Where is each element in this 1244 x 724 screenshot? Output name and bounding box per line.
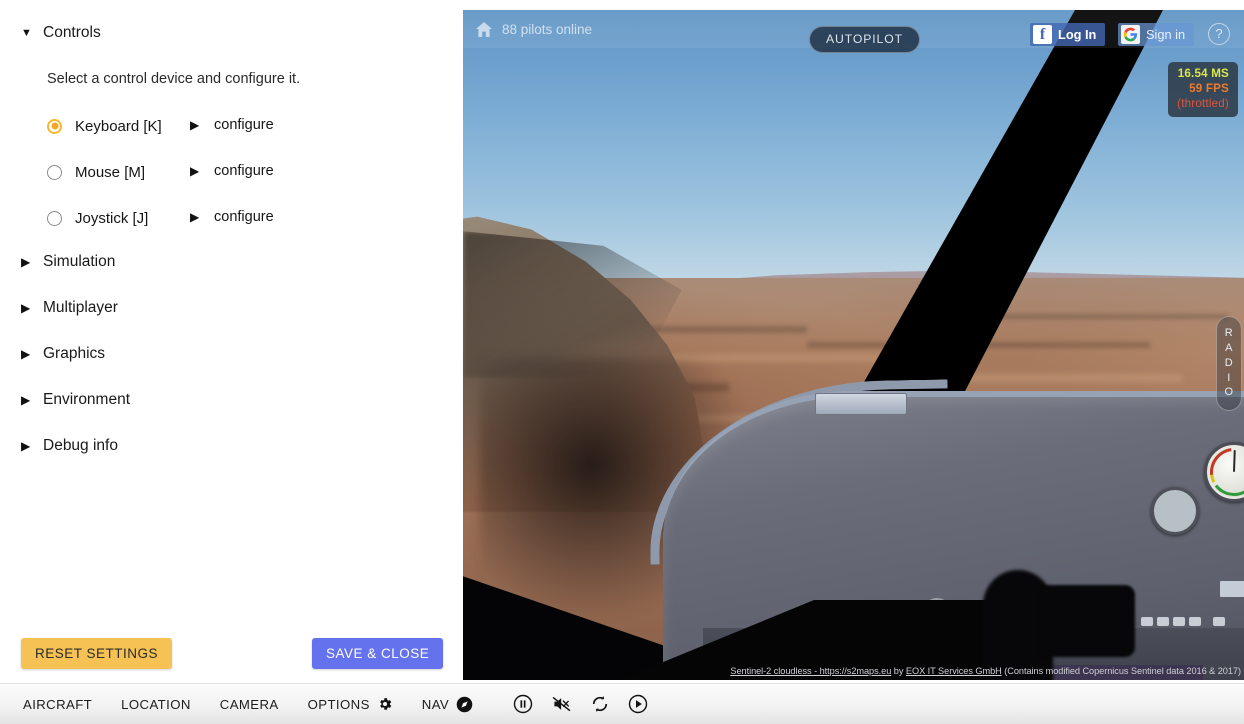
bottom-toolbar: AIRCRAFT LOCATION CAMERA OPTIONS NAV xyxy=(0,683,1244,724)
configure-keyboard-button[interactable]: ▶ configure xyxy=(190,117,274,133)
chevron-right-icon: ▶ xyxy=(21,393,31,407)
autopilot-button[interactable]: AUTOPILOT xyxy=(809,26,920,53)
chevron-right-icon: ▶ xyxy=(190,210,200,224)
section-label-graphics: Graphics xyxy=(43,345,106,362)
speaker-muted-icon[interactable] xyxy=(551,694,572,714)
help-icon[interactable]: ? xyxy=(1208,23,1230,45)
refresh-icon[interactable] xyxy=(590,694,610,714)
google-signin-label: Sign in xyxy=(1146,27,1186,42)
section-header-simulation[interactable]: ▶ Simulation xyxy=(21,253,115,271)
radio-letter: O xyxy=(1224,386,1234,399)
radio-mouse[interactable] xyxy=(47,164,62,180)
toolbar-item-camera[interactable]: CAMERA xyxy=(220,697,279,712)
toolbar-item-nav[interactable]: NAV xyxy=(422,696,473,713)
radio-letter: A xyxy=(1225,341,1233,354)
configure-mouse-label: configure xyxy=(214,163,274,179)
section-label-simulation: Simulation xyxy=(43,253,116,270)
chevron-down-icon: ▼ xyxy=(21,26,32,39)
chevron-right-icon: ▶ xyxy=(21,301,31,315)
section-label-multiplayer: Multiplayer xyxy=(43,299,118,316)
chevron-right-icon: ▶ xyxy=(21,439,31,453)
configure-joystick-label: configure xyxy=(214,209,274,225)
toolbar-item-options[interactable]: OPTIONS xyxy=(308,696,393,712)
frame-time-value: 16.54 MS xyxy=(1177,67,1229,80)
facebook-login-label: Log In xyxy=(1058,27,1097,42)
section-header-controls[interactable]: ▼ Controls xyxy=(21,24,101,42)
section-label-controls: Controls xyxy=(43,24,101,41)
pilots-online-group[interactable]: 88 pilots online xyxy=(475,21,592,38)
toolbar-label-location: LOCATION xyxy=(121,696,191,712)
radio-panel-tab[interactable]: R A D I O xyxy=(1216,316,1242,412)
section-header-debug-info[interactable]: ▶ Debug info xyxy=(21,437,118,455)
radio-keyboard[interactable] xyxy=(47,118,62,134)
attribution-link-s2maps[interactable]: Sentinel-2 cloudless - https://s2maps.eu xyxy=(730,666,891,676)
reset-settings-button[interactable]: RESET SETTINGS xyxy=(21,638,173,669)
toolbar-label-camera: CAMERA xyxy=(219,696,279,712)
configure-keyboard-label: configure xyxy=(214,117,274,133)
compass-icon xyxy=(456,696,473,713)
control-device-label-keyboard: Keyboard [K] xyxy=(75,117,162,135)
pilots-online-label: 88 pilots online xyxy=(502,21,593,37)
attribution-mid: by xyxy=(891,666,906,676)
section-header-graphics[interactable]: ▶ Graphics xyxy=(21,345,105,363)
section-header-environment[interactable]: ▶ Environment xyxy=(21,391,130,409)
toolbar-item-aircraft[interactable]: AIRCRAFT xyxy=(23,697,92,712)
attribution-link-eox[interactable]: EOX IT Services GmbH xyxy=(906,666,1002,676)
chevron-right-icon: ▶ xyxy=(190,118,200,132)
facebook-icon: f xyxy=(1033,25,1052,44)
simulator-viewport[interactable]: 88 pilots online AUTOPILOT f Log In Sign… xyxy=(463,10,1244,680)
control-device-row-joystick[interactable]: Joystick [J] xyxy=(47,206,148,230)
toolbar-label-options: OPTIONS xyxy=(307,696,370,712)
media-controls xyxy=(513,694,666,714)
chevron-right-icon: ▶ xyxy=(190,164,200,178)
map-attribution: Sentinel-2 cloudless - https://s2maps.eu… xyxy=(730,666,1241,676)
configure-mouse-button[interactable]: ▶ configure xyxy=(190,163,274,179)
toolbar-label-aircraft: AIRCRAFT xyxy=(23,696,93,712)
control-device-row-mouse[interactable]: Mouse [M] xyxy=(47,160,145,184)
save-and-close-button[interactable]: SAVE & CLOSE xyxy=(312,638,444,669)
pause-icon[interactable] xyxy=(513,694,533,714)
control-device-label-joystick: Joystick [J] xyxy=(75,209,149,227)
toolbar-label-nav: NAV xyxy=(421,696,450,712)
chevron-right-icon: ▶ xyxy=(21,347,31,361)
canyon-shadow xyxy=(478,358,760,627)
fps-value: 59 FPS xyxy=(1189,81,1229,95)
gear-icon xyxy=(377,696,393,712)
control-device-row-keyboard[interactable]: Keyboard [K] xyxy=(47,114,162,138)
chevron-right-icon: ▶ xyxy=(21,255,31,269)
google-icon xyxy=(1121,25,1140,44)
radio-letter: I xyxy=(1227,371,1231,384)
configure-joystick-button[interactable]: ▶ configure xyxy=(190,209,274,225)
settings-panel: ▼ Controls Select a control device and c… xyxy=(0,0,463,683)
radio-letter: R xyxy=(1224,327,1234,339)
performance-overlay: 16.54 MS 59 FPS (throttled) xyxy=(1168,62,1238,118)
home-icon xyxy=(476,21,492,37)
facebook-login-button[interactable]: f Log In xyxy=(1030,23,1106,46)
radio-joystick[interactable] xyxy=(47,210,62,226)
toolbar-item-location[interactable]: LOCATION xyxy=(121,697,191,712)
google-signin-button[interactable]: Sign in xyxy=(1118,23,1195,46)
attribution-tail: (Contains modified Copernicus Sentinel d… xyxy=(1001,666,1241,676)
section-label-environment: Environment xyxy=(43,391,131,408)
section-label-debug-info: Debug info xyxy=(43,437,118,454)
controls-hint: Select a control device and configure it… xyxy=(47,71,301,87)
control-device-label-mouse: Mouse [M] xyxy=(75,163,146,181)
throttle-state-label: (throttled) xyxy=(1177,96,1229,110)
play-icon[interactable] xyxy=(628,694,648,714)
flight-simulator-app: ▼ Controls Select a control device and c… xyxy=(0,0,1244,724)
section-header-multiplayer[interactable]: ▶ Multiplayer xyxy=(21,299,118,317)
radio-letter: D xyxy=(1224,356,1234,369)
